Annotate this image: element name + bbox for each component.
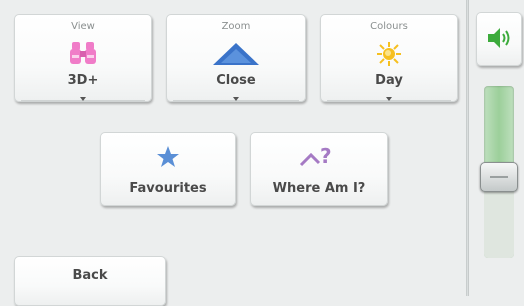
colours-button[interactable]: Colours Day	[320, 14, 458, 102]
slider-grip	[490, 176, 508, 178]
where-am-i-button[interactable]: ? Where Am I?	[250, 132, 388, 206]
volume-mute-button[interactable]	[476, 12, 522, 66]
colours-dropdown-arrow-icon	[386, 97, 392, 101]
colours-caption: Colours	[370, 21, 408, 32]
volume-slider-thumb[interactable]	[480, 162, 518, 192]
view-button[interactable]: View 3D+	[14, 14, 152, 102]
colours-value: Day	[375, 73, 403, 88]
sun-icon	[376, 41, 402, 67]
speaker-icon	[486, 25, 512, 51]
zoom-triangle-icon	[211, 41, 261, 67]
panel-divider	[466, 0, 469, 296]
zoom-value: Close	[216, 73, 256, 88]
view-dropdown-arrow-icon	[80, 97, 86, 101]
svg-text:?: ?	[320, 144, 332, 168]
back-button[interactable]: Back	[14, 256, 166, 306]
favourites-button[interactable]: Favourites	[100, 132, 236, 206]
back-label: Back	[72, 268, 108, 283]
where-am-i-label: Where Am I?	[272, 181, 366, 196]
binoculars-icon	[68, 40, 98, 66]
view-caption: View	[71, 21, 95, 32]
zoom-dropdown-arrow-icon	[233, 97, 239, 101]
where-am-i-icon: ?	[297, 143, 341, 169]
star-icon	[156, 145, 180, 169]
zoom-button[interactable]: Zoom Close	[166, 14, 306, 102]
zoom-caption: Zoom	[221, 21, 251, 32]
favourites-label: Favourites	[129, 181, 207, 196]
view-value: 3D+	[67, 73, 99, 88]
volume-slider-empty	[484, 192, 514, 258]
